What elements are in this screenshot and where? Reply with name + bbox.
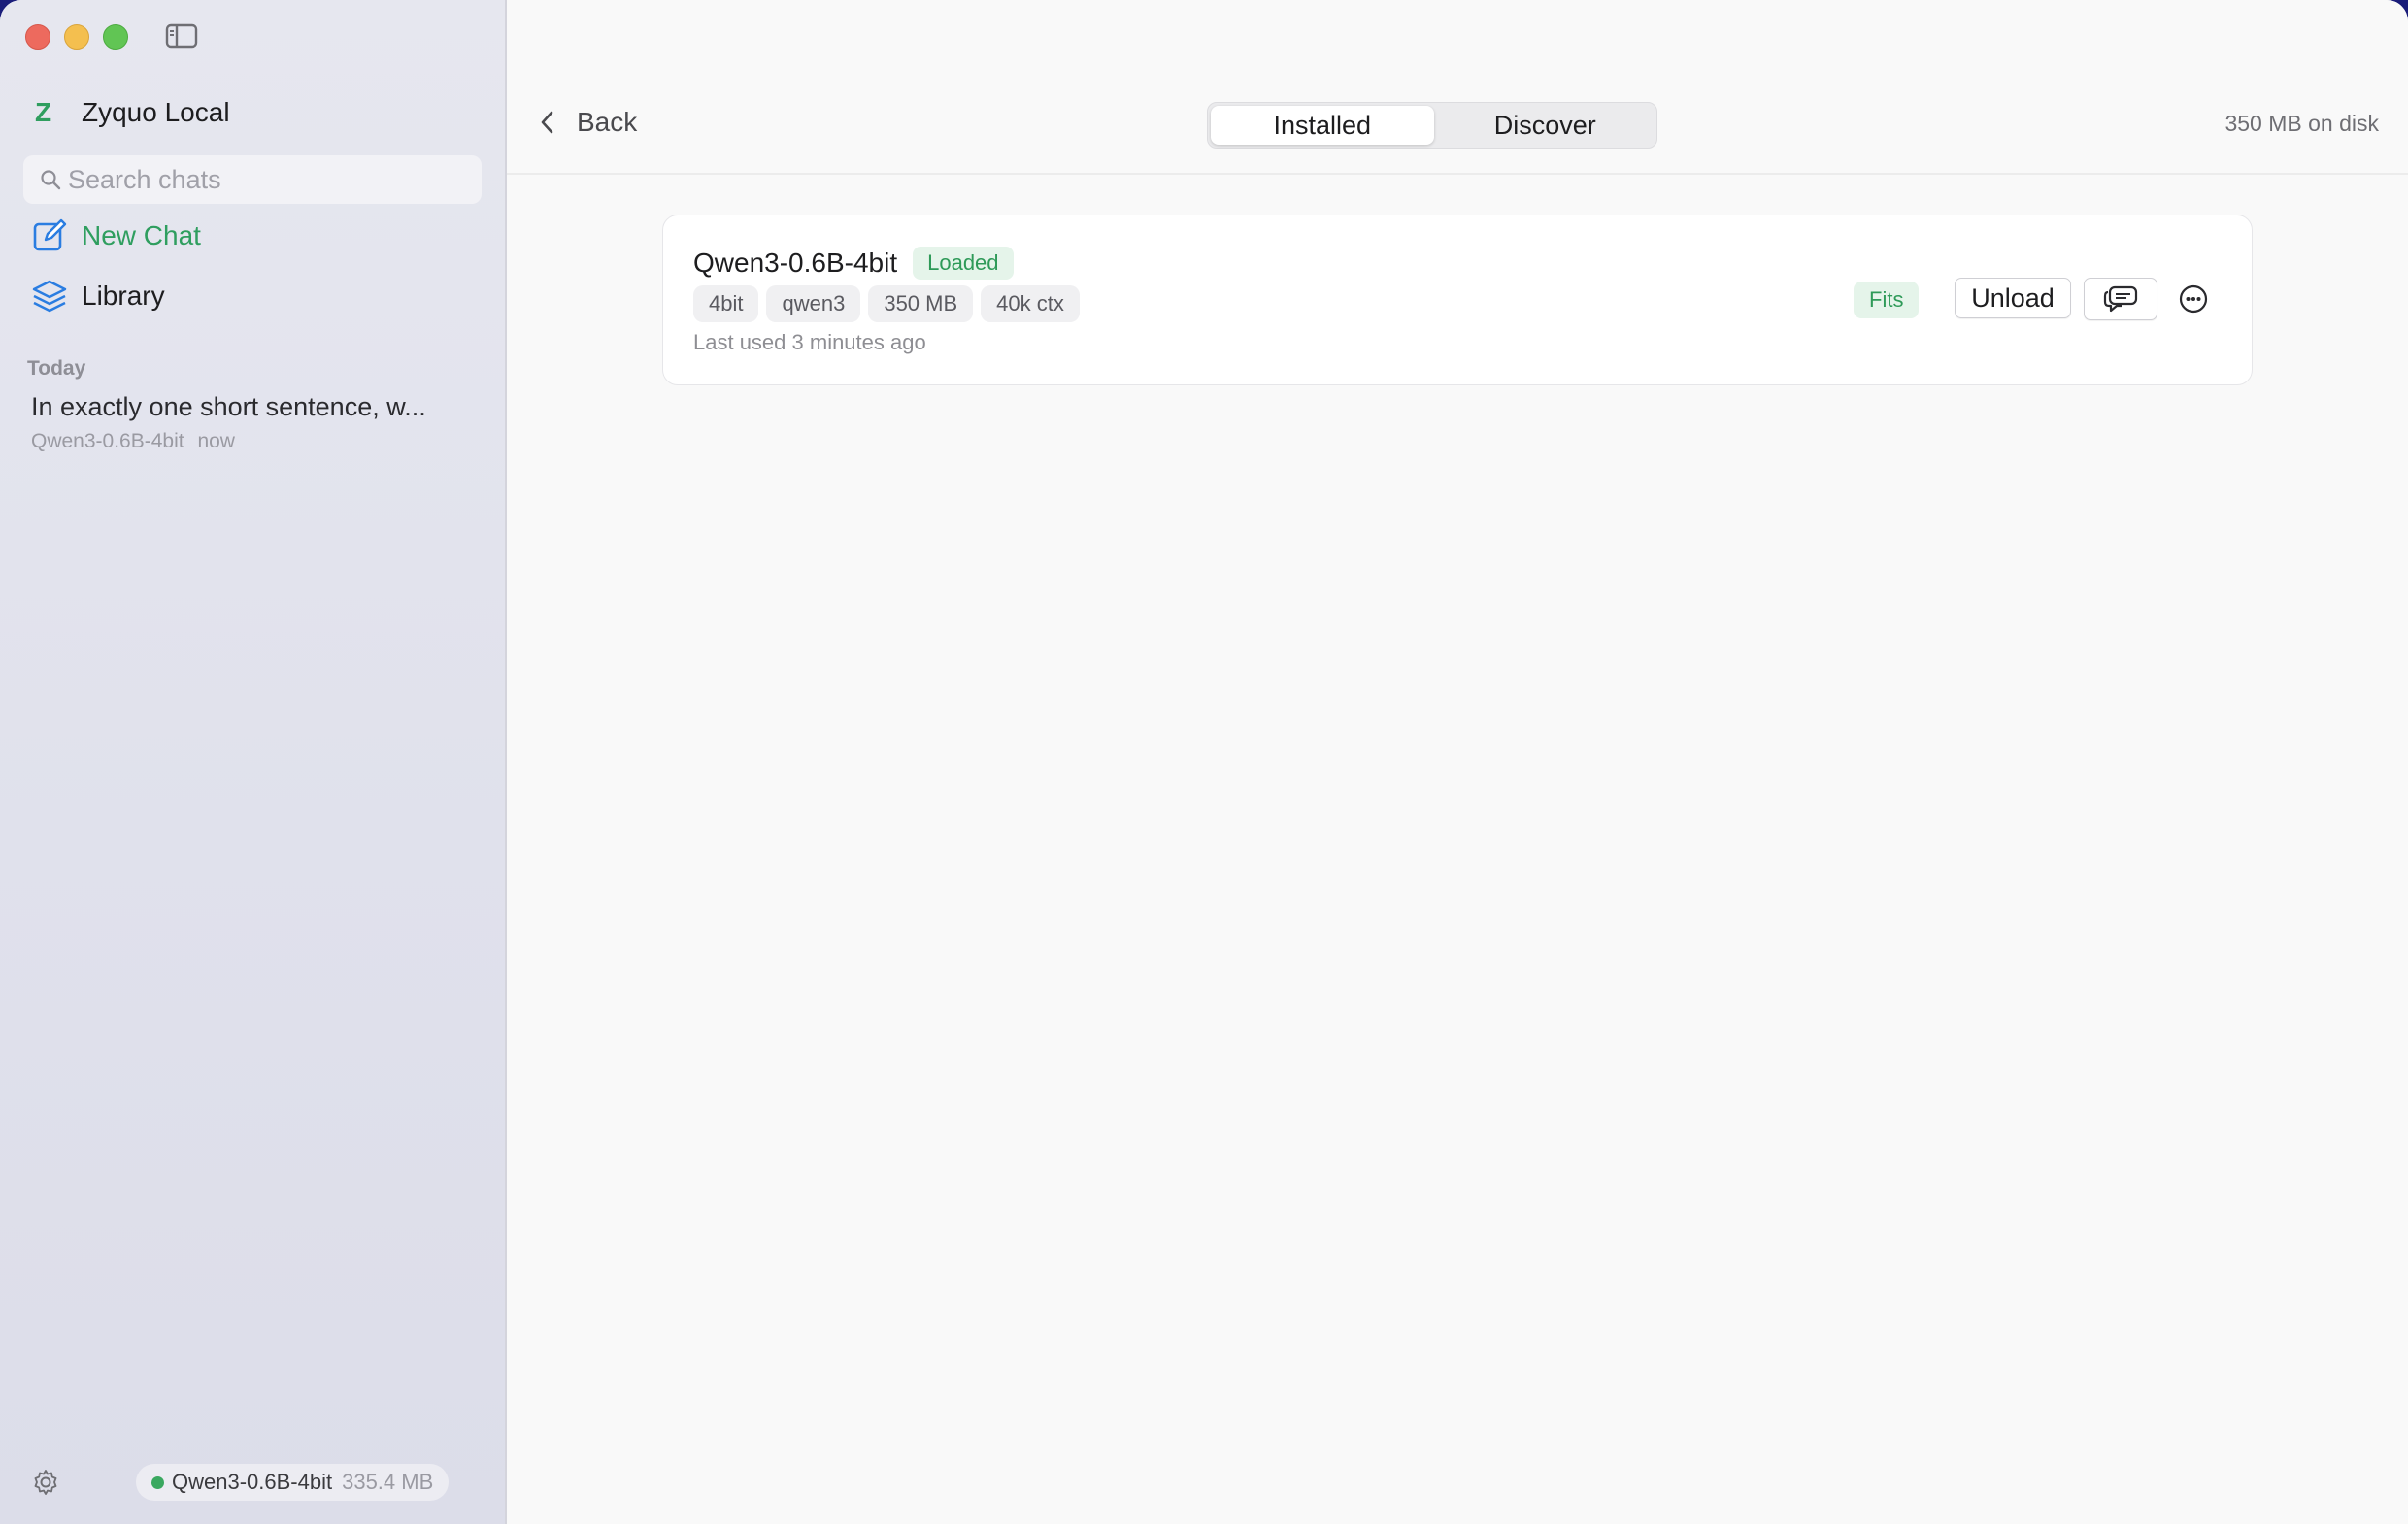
- library-label: Library: [82, 281, 165, 311]
- status-dot: [151, 1475, 164, 1489]
- app-name: Zyquo Local: [82, 97, 230, 127]
- chat-model: Qwen3-0.6B-4bit: [31, 430, 184, 452]
- top-bar: Back Installed Discover 350 MB on disk: [507, 0, 2408, 175]
- chat-time: now: [197, 430, 235, 452]
- new-chat-button[interactable]: New Chat: [31, 217, 201, 254]
- close-window-button[interactable]: [25, 24, 50, 50]
- start-chat-button[interactable]: [2084, 278, 2157, 320]
- active-model-name: Qwen3-0.6B-4bit: [172, 1470, 333, 1494]
- chat-list-item[interactable]: In exactly one short sentence, w... Qwen…: [31, 392, 478, 453]
- model-title-row: Qwen3-0.6B-4bit Loaded: [693, 247, 1014, 280]
- tag-size: 350 MB: [868, 285, 974, 322]
- tag-family: qwen3: [766, 285, 861, 322]
- tag-context: 40k ctx: [981, 285, 1080, 322]
- model-tags: 4bit qwen3 350 MB 40k ctx: [693, 285, 1087, 322]
- app-logo: Z: [35, 97, 52, 127]
- zoom-window-button[interactable]: [103, 24, 128, 50]
- tab-installed[interactable]: Installed: [1211, 106, 1434, 145]
- disk-usage: 350 MB on disk: [2224, 111, 2379, 136]
- search-input[interactable]: [66, 163, 478, 196]
- tab-discover[interactable]: Discover: [1434, 106, 1657, 145]
- chat-bubbles-icon: [2103, 285, 2138, 313]
- status-badge: Loaded: [913, 247, 1014, 280]
- active-model-memory: 335.4 MB: [342, 1470, 434, 1494]
- app-window: Z Zyquo Local New Chat Library: [0, 0, 2408, 1524]
- unload-button[interactable]: Unload: [1955, 278, 2071, 318]
- app-title: Z Zyquo Local: [35, 97, 230, 128]
- minimize-window-button[interactable]: [64, 24, 89, 50]
- tag-quantization: 4bit: [693, 285, 759, 322]
- model-card: Qwen3-0.6B-4bit Loaded 4bit qwen3 350 MB…: [662, 215, 2253, 385]
- chevron-left-icon: [541, 111, 553, 134]
- more-options-icon[interactable]: [2178, 283, 2209, 315]
- library-button[interactable]: Library: [31, 278, 165, 315]
- model-name: Qwen3-0.6B-4bit: [693, 248, 898, 278]
- chat-title: In exactly one short sentence, w...: [31, 392, 426, 421]
- search-bar[interactable]: [23, 155, 482, 204]
- layers-icon: [32, 280, 67, 313]
- sidebar: Z Zyquo Local New Chat Library: [0, 0, 507, 1524]
- fits-badge: Fits: [1854, 282, 1920, 318]
- back-button[interactable]: Back: [536, 107, 637, 138]
- last-used-text: Last used 3 minutes ago: [693, 330, 926, 354]
- new-chat-label: New Chat: [82, 220, 201, 250]
- chat-meta: Qwen3-0.6B-4bit now: [31, 430, 478, 453]
- active-model-pill[interactable]: Qwen3-0.6B-4bit 335.4 MB: [136, 1464, 450, 1501]
- view-tabs: Installed Discover: [1207, 102, 1657, 149]
- section-today-label: Today: [27, 357, 86, 380]
- search-icon: [41, 170, 61, 190]
- back-label: Back: [577, 107, 638, 137]
- compose-icon: [33, 218, 67, 251]
- sidebar-toggle-icon[interactable]: [165, 23, 198, 49]
- main-content: Back Installed Discover 350 MB on disk Q…: [507, 0, 2408, 1524]
- gear-icon[interactable]: [31, 1468, 60, 1497]
